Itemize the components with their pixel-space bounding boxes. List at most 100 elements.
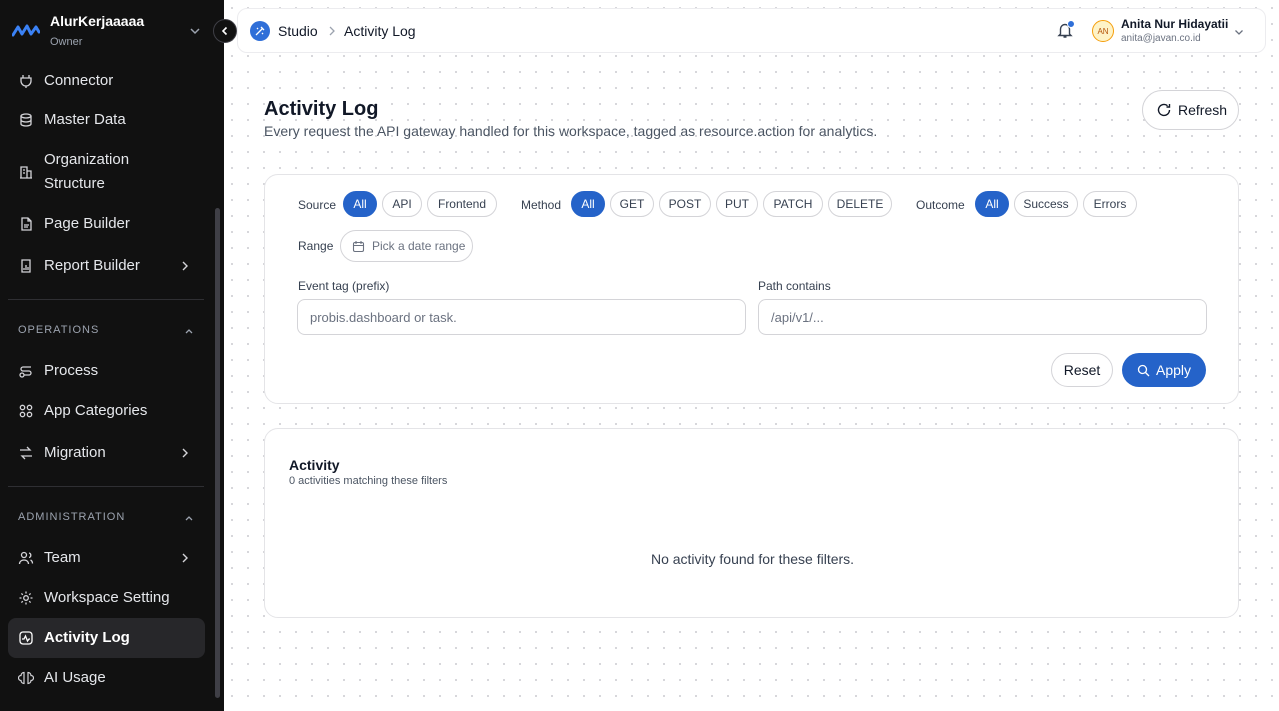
activity-icon xyxy=(18,630,34,646)
team-icon xyxy=(18,550,34,566)
workflow-icon xyxy=(18,363,34,379)
sidebar: AlurKerjaaaaa Owner Connector Master Dat… xyxy=(0,0,224,711)
search-icon xyxy=(1137,364,1150,376)
workspace-name: AlurKerjaaaaa xyxy=(50,13,145,29)
source-label: Source xyxy=(298,198,337,212)
outcome-all-chip[interactable]: All xyxy=(975,191,1009,217)
chevron-up-icon[interactable] xyxy=(184,326,194,336)
source-all-chip[interactable]: All xyxy=(343,191,377,217)
activity-count: 0 activities matching these filters xyxy=(289,475,448,487)
event-tag-input[interactable] xyxy=(297,299,746,335)
gear-icon xyxy=(18,590,34,606)
sidebar-item-activity-log[interactable]: Activity Log xyxy=(8,618,205,658)
chevron-left-icon xyxy=(221,26,228,36)
refresh-button[interactable]: Refresh xyxy=(1142,90,1239,130)
sidebar-item-label: Team xyxy=(44,549,81,566)
divider xyxy=(8,299,204,300)
sidebar-item-workspace-setting[interactable]: Workspace Setting xyxy=(8,586,205,610)
chevron-right-icon xyxy=(182,448,188,458)
sidebar-item-connector[interactable]: Connector xyxy=(8,69,205,93)
sidebar-item-label: Organization Structure xyxy=(44,151,130,192)
empty-state-message: No activity found for these filters. xyxy=(650,551,855,567)
database-icon xyxy=(18,112,34,128)
chevron-up-icon[interactable] xyxy=(184,513,194,523)
sidebar-item-label: Page Builder xyxy=(44,215,130,232)
sidebar-item-label: Activity Log xyxy=(44,629,130,646)
sidebar-item-master-data[interactable]: Master Data xyxy=(8,108,205,132)
categories-icon xyxy=(18,403,34,419)
source-frontend-chip[interactable]: Frontend xyxy=(427,191,497,217)
studio-icon xyxy=(250,21,270,41)
outcome-success-chip[interactable]: Success xyxy=(1014,191,1078,217)
user-name[interactable]: Anita Nur Hidayatii xyxy=(1121,17,1228,32)
divider xyxy=(8,486,204,487)
chevron-right-icon xyxy=(182,553,188,563)
date-range-placeholder: Pick a date range xyxy=(372,239,466,253)
workspace-role: Owner xyxy=(50,36,83,48)
refresh-icon xyxy=(1157,103,1171,117)
activity-panel: Activity 0 activities matching these fil… xyxy=(264,428,1239,618)
sidebar-item-label: Master Data xyxy=(44,111,126,128)
method-all-chip[interactable]: All xyxy=(571,191,605,217)
sidebar-item-report-builder[interactable]: Report Builder xyxy=(8,254,205,278)
calendar-icon xyxy=(352,240,365,252)
topbar: Studio Activity Log AN Anita Nur Hidayat… xyxy=(237,8,1266,53)
ai-icon xyxy=(18,670,34,686)
refresh-label: Refresh xyxy=(1178,102,1228,118)
building-icon xyxy=(18,164,34,180)
page-icon xyxy=(18,216,34,232)
activity-title: Activity xyxy=(289,457,340,473)
avatar[interactable]: AN xyxy=(1092,20,1114,42)
method-put-chip[interactable]: PUT xyxy=(716,191,758,217)
sidebar-item-migration[interactable]: Migration xyxy=(8,441,205,465)
sidebar-item-label: Report Builder xyxy=(44,257,140,274)
report-icon xyxy=(18,258,34,274)
method-label: Method xyxy=(521,198,562,212)
sidebar-item-label: Process xyxy=(44,362,99,379)
chevron-right-icon xyxy=(182,261,188,271)
workspace-switcher[interactable]: AlurKerjaaaaa Owner xyxy=(0,0,224,62)
method-patch-chip[interactable]: PATCH xyxy=(763,191,823,217)
sidebar-item-ai-usage[interactable]: AI Usage xyxy=(8,666,205,690)
method-post-chip[interactable]: POST xyxy=(659,191,711,217)
sidebar-item-process[interactable]: Process xyxy=(8,359,205,383)
path-label: Path contains xyxy=(758,279,831,293)
chevron-down-icon[interactable] xyxy=(1233,26,1245,38)
section-label-administration: ADMINISTRATION xyxy=(18,511,126,523)
sidebar-item-app-categories[interactable]: App Categories xyxy=(8,399,205,423)
sidebar-item-label: App Categories xyxy=(44,402,148,419)
main-content: Studio Activity Log AN Anita Nur Hidayat… xyxy=(224,0,1279,711)
method-delete-chip[interactable]: DELETE xyxy=(828,191,892,217)
sidebar-nav: Connector Master Data Organization Struct… xyxy=(0,62,212,711)
sidebar-item-label: Workspace Setting xyxy=(44,589,170,606)
user-email: anita@javan.co.id xyxy=(1121,33,1201,44)
sidebar-item-label: AI Usage xyxy=(44,669,106,686)
migration-icon xyxy=(18,445,34,461)
breadcrumb-current: Activity Log xyxy=(344,23,416,39)
section-label-operations: OPERATIONS xyxy=(18,324,100,336)
filter-panel: Source All API Frontend Method All GET P… xyxy=(264,174,1239,404)
page-title: Activity Log xyxy=(264,98,379,120)
sidebar-scrollbar[interactable] xyxy=(215,208,220,698)
sidebar-item-label: Connector xyxy=(44,72,114,89)
apply-button[interactable]: Apply xyxy=(1122,353,1206,387)
chevron-down-icon xyxy=(190,28,200,35)
reset-button[interactable]: Reset xyxy=(1051,353,1113,387)
outcome-errors-chip[interactable]: Errors xyxy=(1083,191,1137,217)
breadcrumb-studio[interactable]: Studio xyxy=(278,22,318,40)
plug-icon xyxy=(18,73,34,89)
event-tag-label: Event tag (prefix) xyxy=(298,279,390,293)
outcome-label: Outcome xyxy=(916,198,965,212)
date-range-picker[interactable]: Pick a date range xyxy=(340,230,473,262)
sidebar-item-team[interactable]: Team xyxy=(8,546,205,570)
sidebar-item-organization-structure[interactable]: Organization Structure xyxy=(8,148,205,196)
sidebar-item-page-builder[interactable]: Page Builder xyxy=(8,212,205,236)
sidebar-item-label: Migration xyxy=(44,444,106,461)
notification-badge xyxy=(1067,20,1075,28)
range-label: Range xyxy=(298,239,334,253)
collapse-sidebar-button[interactable] xyxy=(213,19,237,43)
method-get-chip[interactable]: GET xyxy=(610,191,654,217)
path-input[interactable] xyxy=(758,299,1207,335)
source-api-chip[interactable]: API xyxy=(382,191,422,217)
chevron-right-icon xyxy=(329,26,335,36)
